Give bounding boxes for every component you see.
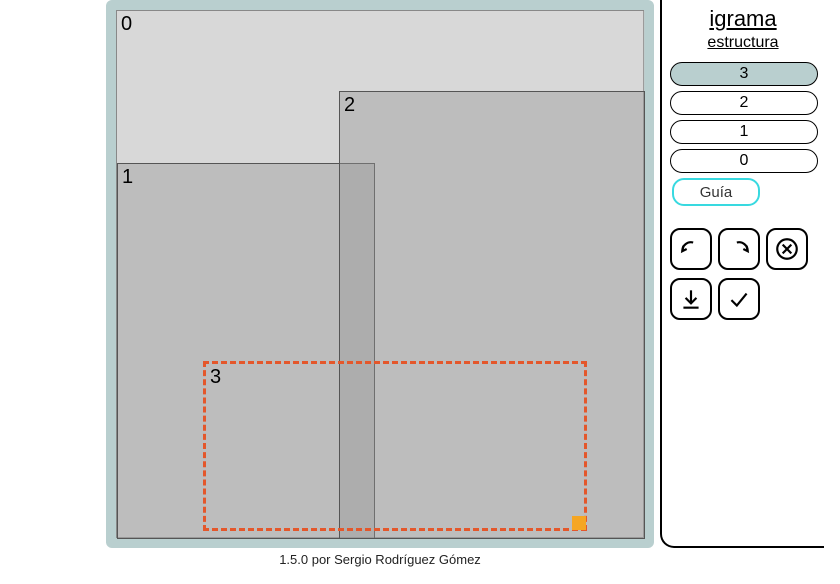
layer-button-0[interactable]: 0 [670,149,818,173]
resize-handle[interactable] [572,516,586,530]
rect-label: 3 [210,366,221,389]
sidebar: igrama estructura 3 2 1 0 Guía [660,0,824,548]
download-icon [678,286,704,312]
download-button[interactable] [670,278,712,320]
layer-label: 0 [740,152,749,170]
check-icon [726,286,752,312]
rect-label: 2 [344,94,355,117]
guide-label: Guía [700,184,733,201]
guide-button[interactable]: Guía [672,178,760,206]
layer-label: 1 [740,123,749,141]
footer-text: 1.5.0 por Sergio Rodríguez Gómez [106,552,654,567]
layer-button-3[interactable]: 3 [670,62,818,86]
confirm-button[interactable] [718,278,760,320]
rect-3-selected[interactable]: 3 [203,361,587,531]
delete-icon [774,236,800,262]
undo-icon [678,236,704,262]
layer-button-2[interactable]: 2 [670,91,818,115]
layer-label: 2 [740,94,749,112]
undo-button[interactable] [670,228,712,270]
redo-button[interactable] [718,228,760,270]
layer-label: 3 [740,65,749,83]
rect-label: 1 [122,166,133,189]
app-title[interactable]: igrama [670,6,816,32]
delete-button[interactable] [766,228,808,270]
canvas-frame: 0 1 2 3 [106,0,654,548]
section-title[interactable]: estructura [670,34,816,52]
layer-button-1[interactable]: 1 [670,120,818,144]
tool-group [670,228,816,320]
rect-label: 0 [121,13,132,36]
redo-icon [726,236,752,262]
canvas[interactable]: 0 1 2 3 [116,10,644,538]
